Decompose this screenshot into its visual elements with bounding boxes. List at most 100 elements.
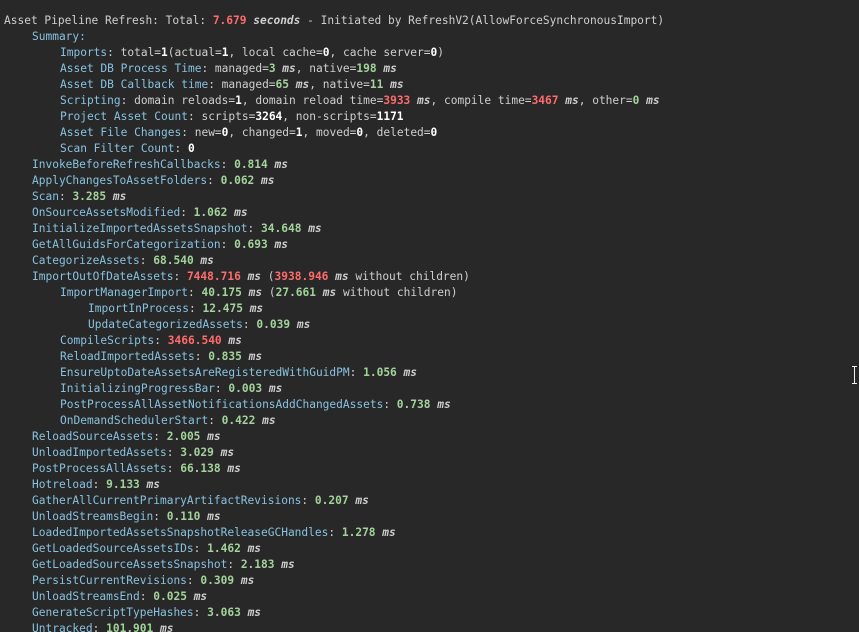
log-line: CategorizeAssets: 68.540 ms <box>0 253 859 269</box>
plain-text: : <box>349 366 364 379</box>
plain-text: , domain reload time= <box>241 94 384 107</box>
plain-text: : <box>301 494 315 507</box>
metric-name: UnloadImportedAssets <box>32 446 167 459</box>
plain-text: (actual= <box>167 46 222 59</box>
unit-label: ms <box>255 414 276 427</box>
header-total-unit: seconds <box>253 14 301 27</box>
unit-label: ms <box>241 350 263 363</box>
plain-text: , non-scripts= <box>282 110 377 123</box>
plain-text: : <box>220 238 235 251</box>
metric-value: 68.540 <box>153 254 194 267</box>
metric-value: 9.133 <box>106 478 140 491</box>
metric-value: 11 <box>369 78 384 91</box>
unit-label: ms <box>193 254 214 267</box>
metric-value-slow: 3938.946 <box>274 270 329 283</box>
log-line: Asset File Changes: new= 0 , changed=1, mo… <box>0 125 859 141</box>
plain-text: : <box>139 254 154 267</box>
plain-text: : <box>328 526 342 539</box>
unit-label: ms <box>396 366 418 379</box>
plain-text: : domain reloads= <box>120 94 236 107</box>
unit-label: ms <box>200 510 221 523</box>
metric-name: ImportManagerImport <box>60 286 188 299</box>
unit-label: ms <box>274 558 295 571</box>
log-line: InitializingProgressBar: 0.003 ms <box>0 381 859 397</box>
metric-name: GetAllGuidsForCategorization <box>32 238 221 251</box>
unit-label: ms <box>227 206 248 219</box>
log-line: PostProcessAllAssets: 66.138 ms <box>0 461 859 477</box>
plain-text: : <box>227 558 241 571</box>
unit-label: ms <box>139 478 161 491</box>
unit-label: ms <box>328 270 349 283</box>
plain-text: : total= <box>107 46 162 59</box>
plain-text: without children) <box>336 286 458 299</box>
metric-value: 3 <box>268 62 276 75</box>
metric-value: 3.285 <box>72 190 107 203</box>
plain-text: : <box>220 158 235 171</box>
unit-label: ms <box>290 318 311 331</box>
metric-name: UpdateCategorizedAssets <box>88 318 243 331</box>
plain-text: : managed= <box>201 62 269 75</box>
plain-text: without children) <box>348 270 470 283</box>
unit-label: ms <box>275 62 296 75</box>
metric-value: 40.175 <box>201 286 242 299</box>
plain-text: : managed= <box>208 78 276 91</box>
count-value: 3264 <box>255 110 283 123</box>
plain-text: : <box>166 446 181 459</box>
unit-label: ms <box>430 398 451 411</box>
metric-name: Project Asset Count <box>60 110 188 123</box>
log-line: GetAllGuidsForCategorization: 0.693 ms <box>0 237 859 253</box>
unit-label: ms <box>200 430 221 443</box>
plain-text: : <box>153 430 167 443</box>
metric-name: Scan <box>32 190 59 203</box>
plain-text: , local cache= <box>228 46 323 59</box>
count-value: 0 <box>430 126 438 139</box>
metric-value: 0.039 <box>256 318 291 331</box>
metric-name: Imports <box>60 46 108 59</box>
log-line: ImportOutOfDateAssets: 7448.716 ms (3938… <box>0 269 859 285</box>
metric-name: UnloadStreamsEnd <box>32 590 140 603</box>
log-line: EnsureUptoDateAssetsAreRegisteredWithGui… <box>0 365 859 381</box>
log-line: InvokeBeforeRefreshCallbacks: 0.814 ms <box>0 157 859 173</box>
log-line: UnloadStreamsBegin: 0.110 ms <box>0 509 859 525</box>
metric-name: ImportOutOfDateAssets <box>32 270 174 283</box>
unit-label: ms <box>267 238 288 251</box>
unit-label: ms <box>316 286 337 299</box>
plain-text: : <box>186 574 201 587</box>
metric-value-slow: 3933 <box>383 94 411 107</box>
metric-value: 101.901 <box>106 622 154 632</box>
metric-value: 34.648 <box>261 222 302 235</box>
log-line: UnloadImportedAssets: 3.029 ms <box>0 445 859 461</box>
log-line: Project Asset Count: scripts=3264, non-s… <box>0 109 859 125</box>
text-cursor-icon <box>852 366 858 384</box>
log-line: ReloadImportedAssets: 0.835 ms <box>0 349 859 365</box>
metric-name: ImportInProcess <box>88 302 190 315</box>
plain-text: ) <box>437 46 445 59</box>
plain-text: , cache server= <box>329 46 431 59</box>
header-prefix: Asset Pipeline Refresh: Total: <box>4 14 213 27</box>
metric-name: Scan Filter Count <box>60 142 175 155</box>
log-line: UpdateCategorizedAssets: 0.039 ms <box>0 317 859 333</box>
metric-value: 3.029 <box>180 446 214 459</box>
metric-value: 65 <box>275 78 290 91</box>
plain-text: : <box>214 382 229 395</box>
log-line: GenerateScriptTypeHashes: 3.063 ms <box>0 605 859 621</box>
plain-text: : <box>153 510 167 523</box>
metric-value: 0.835 <box>208 350 242 363</box>
plain-text: : <box>180 206 194 219</box>
metric-value: 0.062 <box>220 174 255 187</box>
plain-text: , changed= <box>228 126 296 139</box>
log-line: Imports: total=1(actual=1, local cache=0… <box>0 45 859 61</box>
unit-label: ms <box>213 446 235 459</box>
metric-name: ReloadSourceAssets <box>32 430 154 443</box>
log-line: OnSourceAssetsModified: 1.062 ms <box>0 205 859 221</box>
metric-name: ApplyChangesToAssetFolders <box>32 174 208 187</box>
unit-label: ms <box>410 94 431 107</box>
metric-value: 1.056 <box>363 366 397 379</box>
metric-name: UnloadStreamsBegin <box>32 510 154 523</box>
metric-name: LoadedImportedAssetsSnapshotReleaseGCHan… <box>32 526 329 539</box>
metric-value: 1.062 <box>193 206 228 219</box>
plain-text: , moved= <box>302 126 357 139</box>
plain-text: : new= <box>181 126 222 139</box>
log-line: ReloadSourceAssets: 2.005 ms <box>0 429 859 445</box>
log-line: PersistCurrentRevisions: 0.309 ms <box>0 573 859 589</box>
